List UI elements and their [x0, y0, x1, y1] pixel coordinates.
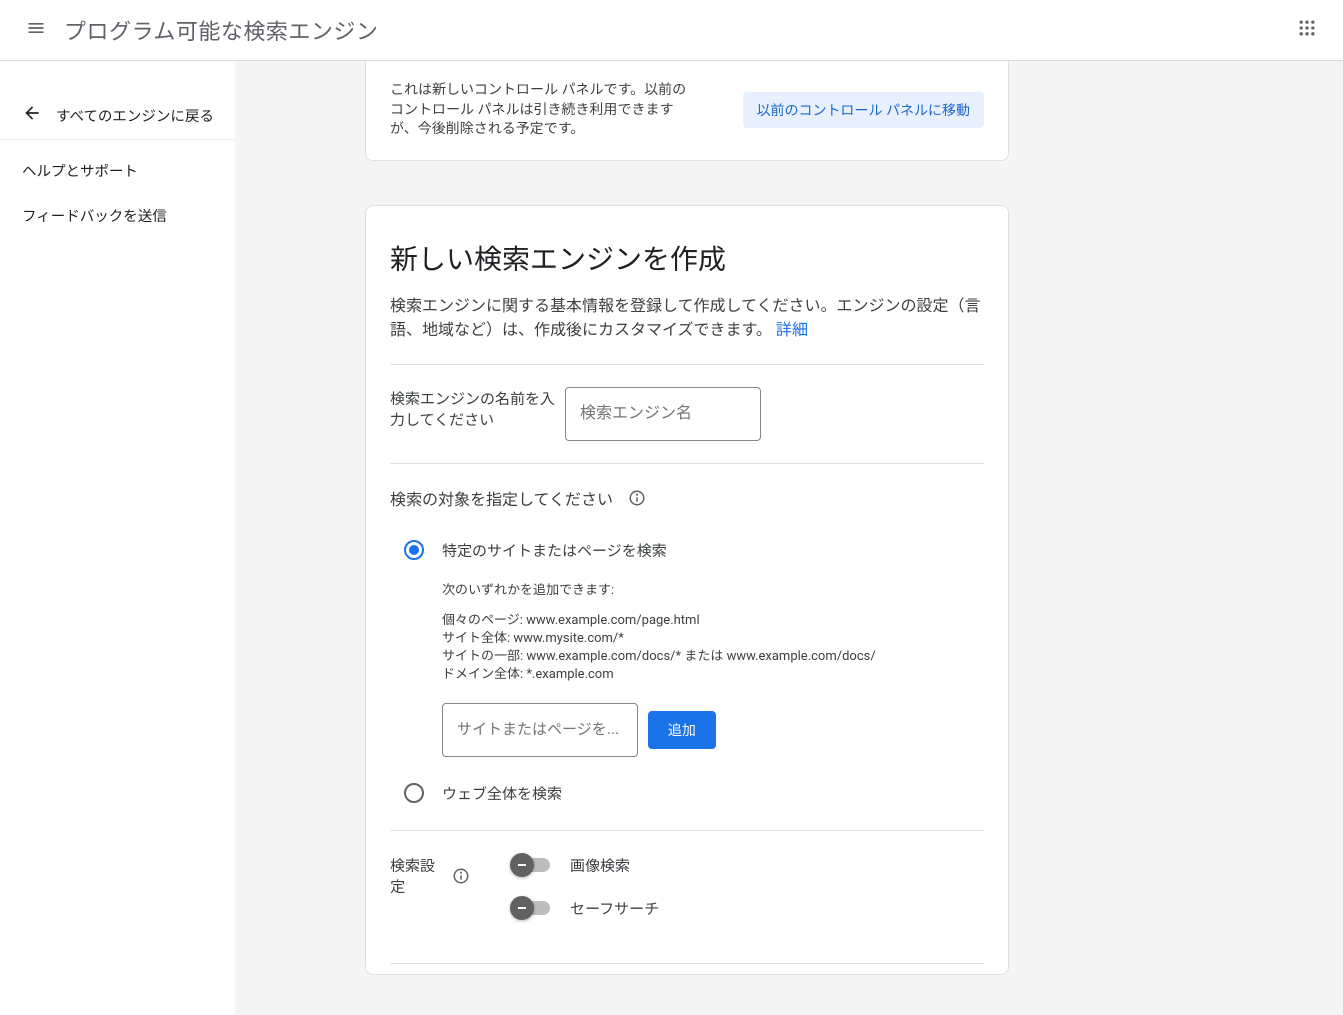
- details-lead: 次のいずれかを追加できます:: [442, 579, 984, 598]
- search-target-radio-group: 特定のサイトまたはページを検索 次のいずれかを追加できます: 個々のページ: w…: [390, 540, 984, 804]
- apps-grid-icon: [1297, 18, 1317, 42]
- sidebar: すべてのエンジンに戻る ヘルプとサポート フィードバックを送信: [0, 61, 235, 1015]
- arrow-back-icon: [22, 103, 56, 127]
- create-engine-card: 新しい検索エンジンを作成 検索エンジンに関する基本情報を登録して作成してください…: [365, 205, 1009, 975]
- info-banner: これは新しいコントロール パネルです。以前のコントロール パネルは引き続き利用で…: [365, 61, 1009, 161]
- search-settings-label: 検索設定: [390, 855, 470, 897]
- toggle-knob-icon: [510, 853, 534, 877]
- radio-specific-label: 特定のサイトまたはページを検索: [442, 540, 667, 561]
- back-to-engines-link[interactable]: すべてのエンジンに戻る: [0, 91, 235, 140]
- page-title: 新しい検索エンジンを作成: [390, 238, 984, 278]
- radio-item-specific: 特定のサイトまたはページを検索 次のいずれかを追加できます: 個々のページ: w…: [390, 540, 984, 757]
- menu-icon: [26, 18, 46, 42]
- banner-text: これは新しいコントロール パネルです。以前のコントロール パネルは引き続き利用で…: [390, 81, 690, 140]
- info-icon[interactable]: [627, 488, 647, 508]
- image-search-toggle-row: 画像検索: [512, 855, 659, 876]
- details-list: 個々のページ: www.example.com/page.html サイト全体:…: [442, 612, 984, 685]
- settings-toggles: 画像検索 セーフサーチ: [512, 855, 659, 941]
- apps-button[interactable]: [1287, 10, 1327, 50]
- safe-search-toggle-label: セーフサーチ: [570, 898, 659, 919]
- info-icon[interactable]: [452, 866, 470, 886]
- radio-button-icon: [404, 783, 424, 803]
- sidebar-feedback-link[interactable]: フィードバックを送信: [0, 193, 235, 238]
- learn-more-link[interactable]: 詳細: [776, 320, 808, 339]
- radio-button-icon: [404, 540, 424, 560]
- image-search-toggle[interactable]: [512, 858, 550, 872]
- details-line-4: ドメイン全体: *.example.com: [442, 666, 984, 684]
- search-settings-row: 検索設定 画像検索: [390, 855, 984, 941]
- engine-name-input[interactable]: [565, 387, 761, 441]
- site-url-input[interactable]: [442, 703, 638, 757]
- add-site-row: 追加: [442, 703, 984, 757]
- details-line-3: サイトの一部: www.example.com/docs/* または www.e…: [442, 648, 984, 666]
- sidebar-help-link[interactable]: ヘルプとサポート: [0, 148, 235, 193]
- engine-name-row: 検索エンジンの名前を入力してください: [390, 387, 984, 441]
- specific-sites-details: 次のいずれかを追加できます: 個々のページ: www.example.com/p…: [390, 579, 984, 757]
- safe-search-toggle[interactable]: [512, 901, 550, 915]
- image-search-toggle-label: 画像検索: [570, 855, 630, 876]
- safe-search-toggle-row: セーフサーチ: [512, 898, 659, 919]
- page-description: 検索エンジンに関する基本情報を登録して作成してください。エンジンの設定（言語、地…: [390, 294, 984, 342]
- radio-entire-web[interactable]: ウェブ全体を検索: [390, 783, 984, 804]
- top-bar: プログラム可能な検索エンジン: [0, 0, 1343, 61]
- search-target-label: 検索の対象を指定してください: [390, 486, 613, 510]
- product-title: プログラム可能な検索エンジン: [64, 14, 378, 46]
- description-text: 検索エンジンに関する基本情報を登録して作成してください。エンジンの設定（言語、地…: [390, 296, 981, 339]
- radio-specific-sites[interactable]: 特定のサイトまたはページを検索: [390, 540, 984, 561]
- main-content: これは新しいコントロール パネルです。以前のコントロール パネルは引き続き利用で…: [235, 61, 1343, 1015]
- engine-name-label: 検索エンジンの名前を入力してください: [390, 387, 565, 431]
- search-target-heading: 検索の対象を指定してください: [390, 486, 984, 510]
- back-label: すべてのエンジンに戻る: [56, 105, 214, 126]
- settings-label-text: 検索設定: [390, 855, 442, 897]
- details-line-1: 個々のページ: www.example.com/page.html: [442, 612, 984, 630]
- radio-web-label: ウェブ全体を検索: [442, 783, 562, 804]
- radio-item-web: ウェブ全体を検索: [390, 783, 984, 804]
- add-site-button[interactable]: 追加: [648, 711, 716, 749]
- go-to-old-panel-button[interactable]: 以前のコントロール パネルに移動: [743, 92, 984, 128]
- hamburger-menu-button[interactable]: [16, 10, 56, 50]
- details-line-2: サイト全体: www.mysite.com/*: [442, 630, 984, 648]
- toggle-knob-icon: [510, 896, 534, 920]
